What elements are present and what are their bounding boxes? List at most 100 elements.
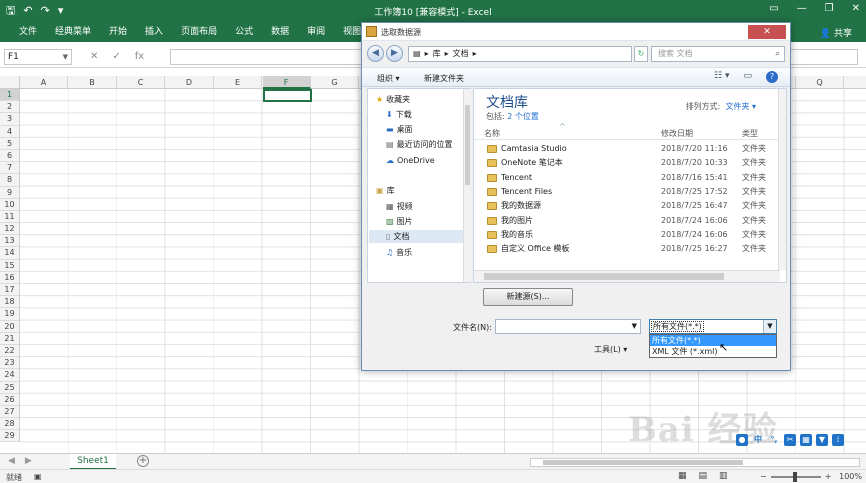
grid-icon[interactable]: ⁞ (832, 434, 844, 446)
column-header[interactable]: C (117, 76, 165, 89)
nav-favorites[interactable]: ★ 收藏夹 (376, 93, 471, 106)
row-header[interactable]: 16 (0, 272, 19, 284)
tools-button[interactable]: 工具(L) ▾ (594, 344, 627, 355)
nav-scrollbar[interactable] (463, 89, 471, 282)
file-vertical-scrollbar[interactable] (778, 89, 786, 270)
address-bar[interactable]: ▤ ▸ 库 ▸ 文档 ▸ (408, 46, 632, 62)
refresh-icon[interactable]: ↻ (634, 46, 648, 62)
dialog-close-button[interactable]: ✕ (748, 25, 786, 39)
horizontal-scrollbar[interactable] (530, 458, 860, 467)
row-header[interactable]: 26 (0, 394, 19, 406)
search-input[interactable]: 搜索 文档 ⌕ (651, 46, 785, 62)
zoom-level[interactable]: 100% (839, 472, 862, 481)
file-type-option-xml[interactable]: XML 文件 (*.xml) (650, 346, 776, 357)
back-arrow-icon[interactable]: ◀ (367, 45, 384, 62)
ribbon-tab[interactable]: 插入 (136, 26, 172, 38)
prev-sheet-icon[interactable]: ◀ (8, 456, 15, 466)
column-header[interactable]: D (166, 76, 214, 89)
preview-pane-icon[interactable]: ▭ (743, 71, 752, 83)
column-header[interactable]: F (262, 76, 311, 89)
row-header[interactable]: 29 (0, 430, 19, 443)
scroll-thumb[interactable] (484, 273, 724, 280)
ribbon-tab[interactable]: 页面布局 (172, 26, 226, 38)
file-row[interactable]: 我的图片 2018/7/24 16:06 文件夹 (474, 214, 780, 228)
new-source-button[interactable]: 新建源(S)... (483, 288, 573, 306)
page-layout-icon[interactable]: ▤ (699, 471, 708, 481)
row-header[interactable]: 17 (0, 284, 19, 297)
scroll-thumb[interactable] (543, 460, 743, 465)
minimize-icon[interactable]: — (797, 3, 807, 14)
file-row[interactable]: Tencent 2018/7/16 15:41 文件夹 (474, 171, 780, 185)
row-header[interactable]: 15 (0, 260, 19, 272)
name-box[interactable]: F1 ▼ (4, 49, 72, 65)
row-header[interactable]: 13 (0, 235, 19, 248)
shirt-icon[interactable]: ▼ (816, 434, 828, 446)
column-header[interactable]: A (20, 76, 68, 89)
assistant-icon[interactable]: ● (736, 434, 748, 446)
close-icon[interactable]: ✕ (852, 3, 860, 14)
macro-record-icon[interactable]: ▣ (34, 472, 42, 481)
file-row[interactable]: Tencent Files 2018/7/25 17:52 文件夹 (474, 185, 780, 199)
view-options-icon[interactable]: ☷ ▾ (714, 71, 729, 83)
cancel-icon[interactable]: ✕ (90, 51, 98, 62)
restore-icon[interactable]: ❐ (825, 3, 834, 14)
arrange-dropdown[interactable]: 文件夹 ▾ (725, 102, 756, 111)
forward-arrow-icon[interactable]: ▶ (386, 45, 403, 62)
breadcrumb-documents[interactable]: 文档 (453, 47, 469, 61)
row-header[interactable]: 18 (0, 296, 19, 309)
chevron-down-icon[interactable]: ▼ (632, 322, 637, 330)
file-row[interactable]: Camtasia Studio 2018/7/20 11:16 文件夹 (474, 142, 780, 156)
share-button[interactable]: 👤 共享 (820, 26, 852, 39)
select-all-corner[interactable] (0, 76, 20, 89)
column-header[interactable]: E (214, 76, 262, 89)
row-header[interactable]: 19 (0, 308, 19, 321)
row-header[interactable]: 3 (0, 113, 19, 126)
file-type-option-all[interactable]: 所有文件(*.*) (650, 335, 776, 346)
row-header[interactable]: 24 (0, 369, 19, 382)
add-sheet-icon[interactable]: + (137, 455, 149, 467)
row-header[interactable]: 5 (0, 138, 19, 150)
scroll-thumb[interactable] (465, 105, 470, 185)
ribbon-tab[interactable]: 数据 (262, 26, 298, 38)
row-header[interactable]: 1 (0, 89, 19, 102)
breadcrumb-library[interactable]: 库 (433, 47, 441, 61)
ribbon-tab[interactable]: 开始 (100, 26, 136, 38)
keyboard-icon[interactable]: ▦ (800, 434, 812, 446)
row-header[interactable]: 2 (0, 101, 19, 114)
row-header[interactable]: 4 (0, 126, 19, 138)
organize-button[interactable]: 组织 ▾ (377, 73, 400, 84)
zoom-out-icon[interactable]: − (760, 472, 767, 481)
row-header[interactable]: 10 (0, 199, 19, 211)
row-header[interactable]: 23 (0, 357, 19, 370)
new-folder-button[interactable]: 新建文件夹 (424, 73, 464, 84)
nav-documents[interactable]: ▯ 文档 (369, 230, 463, 243)
includes-link[interactable]: 2 个位置 (507, 112, 539, 121)
zoom-knob[interactable] (792, 471, 797, 482)
file-row[interactable]: 我的数据源 2018/7/25 16:47 文件夹 (474, 199, 780, 213)
row-header[interactable]: 27 (0, 406, 19, 419)
active-cell-f1[interactable] (263, 89, 312, 102)
file-type-select[interactable]: 所有文件(*.*) ▼ (649, 319, 777, 334)
chinese-input-icon[interactable]: 中 (752, 434, 764, 446)
file-name-input[interactable]: ▼ (495, 319, 641, 334)
row-header[interactable]: 12 (0, 223, 19, 236)
normal-view-icon[interactable]: ▦ (678, 471, 687, 481)
page-break-icon[interactable]: ▥ (719, 471, 728, 481)
row-header[interactable]: 6 (0, 150, 19, 163)
chevron-down-icon[interactable]: ▼ (763, 320, 776, 333)
file-horizontal-scrollbar[interactable] (474, 270, 780, 282)
row-header[interactable]: 9 (0, 187, 19, 199)
col-name-header[interactable]: 名称 (484, 128, 500, 139)
row-header[interactable]: 20 (0, 321, 19, 333)
enter-icon[interactable]: ✓ (112, 51, 120, 62)
row-header[interactable]: 21 (0, 333, 19, 345)
zoom-in-icon[interactable]: + (825, 472, 832, 481)
ribbon-tab[interactable]: 经典菜单 (46, 26, 100, 38)
chevron-down-icon[interactable]: ▼ (63, 50, 68, 64)
zoom-slider[interactable] (770, 471, 821, 482)
file-row[interactable]: 自定义 Office 模板 2018/7/25 16:27 文件夹 (474, 242, 780, 256)
nav-libraries[interactable]: ▣ 库 (376, 184, 471, 197)
punctuation-icon[interactable]: °, (768, 434, 780, 446)
row-header[interactable]: 7 (0, 162, 19, 175)
col-date-header[interactable]: 修改日期 (661, 128, 693, 139)
